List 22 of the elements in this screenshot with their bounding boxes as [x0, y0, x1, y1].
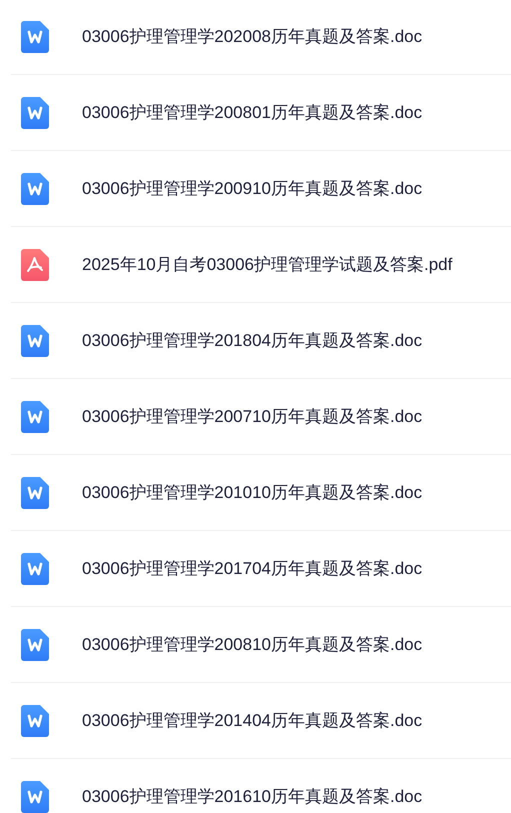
document-icon: [21, 476, 49, 508]
document-icon: [21, 96, 49, 128]
file-name[interactable]: 03006护理管理学201010历年真题及答案.doc: [82, 480, 422, 506]
document-icon: [21, 324, 49, 356]
file-name[interactable]: 03006护理管理学200801历年真题及答案.doc: [82, 100, 422, 126]
document-icon: [21, 20, 49, 52]
file-name[interactable]: 2025年10月自考03006护理管理学试题及答案.pdf: [82, 252, 452, 278]
document-icon: [21, 400, 49, 432]
file-name[interactable]: 03006护理管理学201610历年真题及答案.doc: [82, 784, 422, 810]
file-name[interactable]: 03006护理管理学202008历年真题及答案.doc: [82, 24, 422, 50]
document-icon: [21, 704, 49, 736]
document-icon: [21, 628, 49, 660]
pdf-file-icon: [21, 248, 49, 280]
document-icon: [21, 552, 49, 584]
document-icon: [21, 780, 49, 812]
file-name[interactable]: 03006护理管理学201704历年真题及答案.doc: [82, 556, 422, 582]
file-name[interactable]: 03006护理管理学201804历年真题及答案.doc: [82, 328, 422, 354]
file-name[interactable]: 03006护理管理学200810历年真题及答案.doc: [82, 632, 422, 658]
document-icon: [21, 172, 49, 204]
file-name[interactable]: 03006护理管理学200710历年真题及答案.doc: [82, 404, 422, 430]
file-name[interactable]: 03006护理管理学200910历年真题及答案.doc: [82, 176, 422, 202]
file-name[interactable]: 03006护理管理学201404历年真题及答案.doc: [82, 708, 422, 734]
